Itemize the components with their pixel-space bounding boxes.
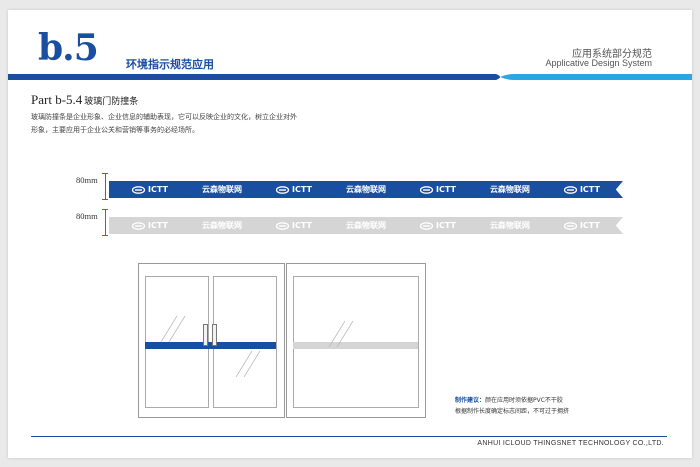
note-line-2: 根据制作长度确定标志间距，不可过于拥挤: [455, 408, 570, 415]
glass-reflection-icon: [328, 320, 354, 348]
company-footer: ANHUI ICLOUD THINGSNET TECHNOLOGY CO.,LT…: [477, 440, 664, 447]
cn-logo: 云森物联网: [201, 221, 242, 230]
description-line: 形象，主要应用于企业公关和营销等事务的必经场所。: [31, 126, 199, 134]
cn-logo: 云森物联网: [201, 185, 242, 194]
dimension-line: [105, 173, 106, 199]
ictt-logo-icon: [419, 185, 433, 194]
ictt-logo: ICTT: [563, 221, 600, 230]
glass-reflection-icon: [160, 315, 186, 343]
blue-strip-height-label: 80mm: [76, 175, 98, 185]
ictt-logo: ICTT: [132, 185, 168, 194]
blue-anti-collision-strip: ICTT 云森物联网 ICTT 云森物联网 ICTT 云森物联网 ICTT: [109, 181, 623, 198]
ictt-logo: ICTT: [275, 185, 312, 194]
glass-reflection-icon: [235, 350, 261, 378]
description: 玻璃防撞条是企业形象、企业信息的辅助表现，它可以反映企业的文化，树立企业对外 形…: [31, 111, 371, 137]
cn-logo: 云森物联网: [489, 185, 530, 194]
ictt-logo-icon: [563, 185, 577, 194]
description-line: 玻璃防撞条是企业形象、企业信息的辅助表现，它可以反映企业的文化，树立企业对外: [31, 113, 297, 121]
production-note: 制作建议：颜在应用时须依据PVC不干胶 根据制作长度确定标志间距，不可过于拥挤: [455, 395, 615, 417]
grey-anti-collision-strip: ICTT 云森物联网 ICTT 云森物联网 ICTT 云森物联网 ICTT: [109, 217, 623, 234]
ictt-logo-icon: [275, 221, 289, 230]
ictt-logo-icon: [132, 221, 145, 230]
cn-logo: 云森物联网: [489, 221, 530, 230]
part-subtitle: 玻璃门防撞条: [84, 97, 139, 107]
page: b.5 环境指示规范应用 应用系统部分规范 Applicative Design…: [8, 10, 692, 458]
part-heading: Part b-5.4 玻璃门防撞条: [31, 92, 138, 108]
note-line-1: 颜在应用时须依据PVC不干胶: [485, 397, 563, 404]
footer-divider: [31, 436, 667, 437]
glass-double-door-blue: [138, 263, 285, 418]
ictt-logo: ICTT: [132, 221, 168, 230]
ictt-logo: ICTT: [275, 221, 312, 230]
part-title: Part b-5.4: [31, 92, 83, 107]
dimension-tick: [102, 235, 108, 236]
door-handle: [203, 324, 208, 346]
section-code: b.5: [38, 27, 99, 69]
header-bar: [8, 74, 692, 80]
ictt-logo: ICTT: [419, 185, 456, 194]
ictt-logo: ICTT: [563, 185, 600, 194]
ictt-logo-icon: [275, 185, 289, 194]
note-label: 制作建议：: [455, 397, 486, 404]
cn-logo: 云森物联网: [345, 221, 386, 230]
grey-strip-height-label: 80mm: [76, 211, 98, 221]
cn-logo: 云森物联网: [345, 185, 386, 194]
ictt-logo-icon: [563, 221, 577, 230]
section-title: 环境指示规范应用: [126, 58, 214, 71]
door-handle: [212, 324, 217, 346]
dimension-tick: [102, 199, 108, 200]
ictt-logo-icon: [132, 185, 145, 194]
ictt-logo-icon: [419, 221, 433, 230]
glass-door-grey: [286, 263, 426, 418]
dimension-line: [105, 209, 106, 235]
ictt-logo: ICTT: [419, 221, 456, 230]
right-title-en: Applicative Design System: [545, 58, 652, 68]
